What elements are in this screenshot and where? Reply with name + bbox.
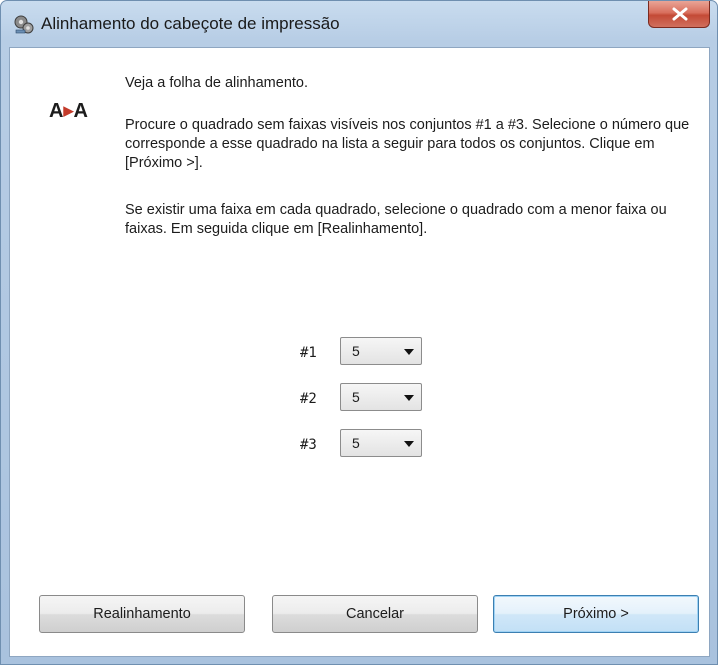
logo-letter-left: A (49, 100, 64, 122)
logo-letter-right: A (73, 100, 88, 122)
realign-button[interactable]: Realinhamento (39, 595, 245, 633)
set-label-3: #3 (300, 437, 317, 453)
alignment-icon: A▶A (49, 100, 88, 123)
set-2-select[interactable]: 5 (340, 383, 422, 411)
printer-gears-icon (14, 15, 34, 34)
chevron-down-icon (404, 349, 414, 355)
close-button[interactable] (648, 1, 710, 28)
instruction-paragraph-1: Procure o quadrado sem faixas visíveis n… (125, 117, 690, 171)
instruction-paragraph-2: Se existir uma faixa em cada quadrado, s… (125, 202, 667, 237)
set-1-value: 5 (352, 343, 360, 359)
set-3-value: 5 (352, 435, 360, 451)
set-1-select[interactable]: 5 (340, 337, 422, 365)
window-title: Alinhamento do cabeçote de impressão (41, 14, 340, 33)
chevron-down-icon (404, 441, 414, 447)
set-2-value: 5 (352, 389, 360, 405)
title-bar[interactable]: Alinhamento do cabeçote de impressão (1, 1, 717, 47)
set-label-1: #1 (300, 345, 317, 361)
next-button[interactable]: Próximo > (493, 595, 699, 633)
set-label-2: #2 (300, 391, 317, 407)
instruction-line: Veja a folha de alinhamento. (125, 75, 308, 91)
set-3-select[interactable]: 5 (340, 429, 422, 457)
chevron-down-icon (404, 395, 414, 401)
dialog-content: A▶A Veja a folha de alinhamento. Procure… (9, 47, 710, 657)
logo-arrow: ▶ (63, 103, 74, 118)
close-icon (672, 7, 688, 21)
cancel-button[interactable]: Cancelar (272, 595, 478, 633)
dialog-window: Alinhamento do cabeçote de impressão A▶A… (0, 0, 718, 665)
